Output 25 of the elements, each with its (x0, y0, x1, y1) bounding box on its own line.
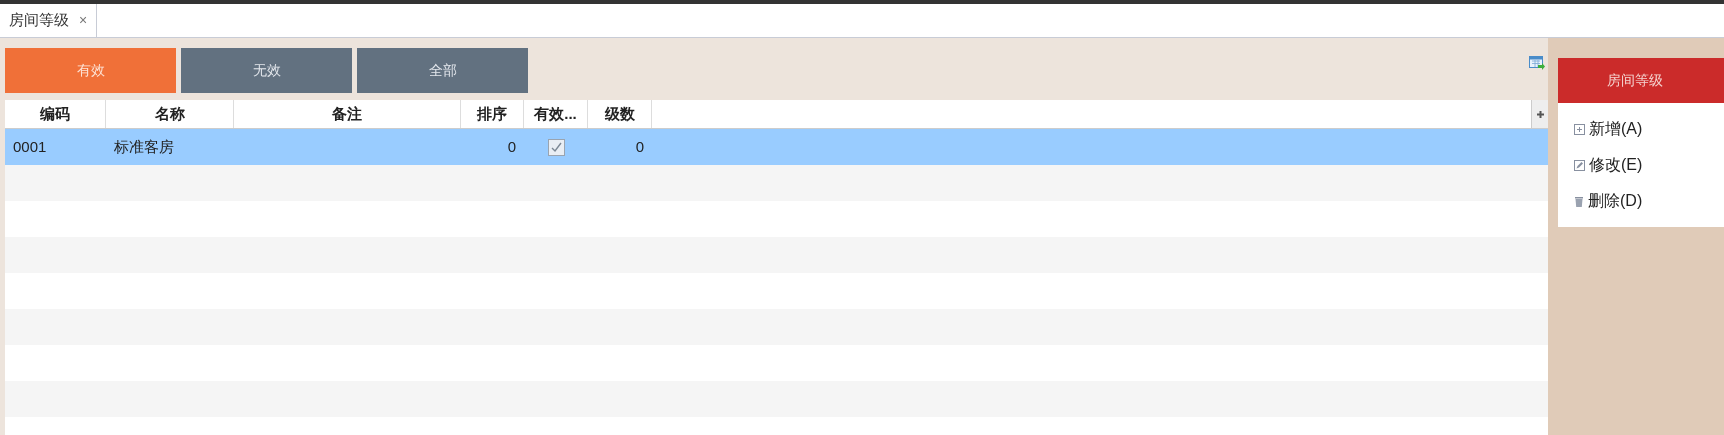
column-header[interactable]: 名称 (106, 100, 234, 128)
table-row[interactable]: 0001 标准客房 0 0 (5, 129, 1548, 165)
table-cell-text: 0 (635, 136, 644, 157)
action-button[interactable]: 删除(D) (1574, 183, 1724, 219)
table-cell-text: 0 (507, 136, 516, 157)
close-icon[interactable]: × (79, 10, 88, 31)
filter-tab[interactable]: 全部 (357, 48, 528, 93)
action-button[interactable]: 修改(E) (1574, 147, 1724, 183)
edit-icon (1574, 159, 1585, 171)
plus-icon[interactable] (1536, 110, 1544, 118)
table-cell-text: 标准客房 (114, 136, 174, 157)
column-header[interactable]: 备注 (234, 100, 461, 128)
column-header[interactable]: 级数 (588, 100, 652, 128)
column-header[interactable]: 编码 (5, 100, 106, 128)
trash-icon (1574, 195, 1584, 207)
column-header[interactable]: 排序 (461, 100, 524, 128)
export-table-icon[interactable] (1529, 56, 1545, 70)
checkbox[interactable] (547, 138, 565, 156)
tab[interactable]: 房间等级 (9, 9, 69, 32)
panel-title: 房间等级 (1558, 58, 1724, 103)
filter-tab[interactable]: 无效 (181, 48, 352, 93)
column-header[interactable]: 有效... (524, 100, 588, 128)
plus-icon (1574, 123, 1585, 135)
action-button[interactable]: 新增(A) (1574, 111, 1724, 147)
table-cell-text: 0001 (13, 136, 47, 157)
